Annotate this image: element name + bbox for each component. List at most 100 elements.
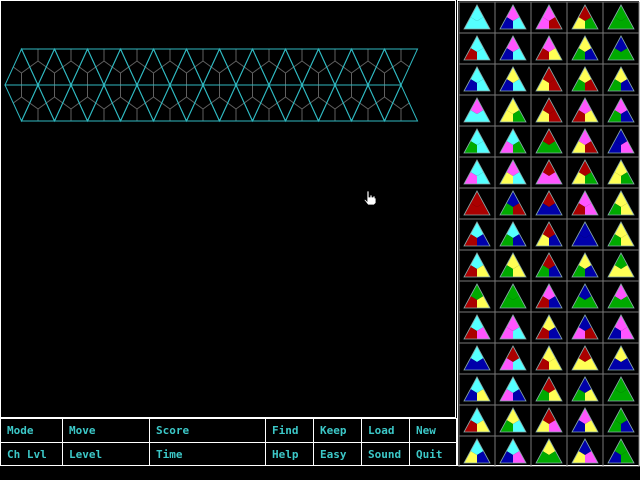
tray-piece[interactable]: [535, 190, 563, 216]
tray-piece[interactable]: [463, 438, 491, 464]
tray-piece[interactable]: [571, 97, 599, 123]
board-slot[interactable]: [383, 48, 419, 87]
tray-piece[interactable]: [607, 407, 635, 433]
tray-piece[interactable]: [499, 314, 527, 340]
level-button[interactable]: Level: [63, 443, 150, 466]
tray-piece[interactable]: [535, 159, 563, 185]
board-slot[interactable]: [350, 48, 386, 87]
tray-piece[interactable]: [499, 221, 527, 247]
tray-piece[interactable]: [499, 35, 527, 61]
tray-piece[interactable]: [607, 314, 635, 340]
new-button[interactable]: New: [410, 419, 458, 442]
tray-piece[interactable]: [499, 190, 527, 216]
tray-piece[interactable]: [499, 252, 527, 278]
keep-button[interactable]: Keep: [314, 419, 362, 442]
board-slot[interactable]: [251, 83, 287, 122]
tray-piece[interactable]: [607, 221, 635, 247]
board-slot[interactable]: [317, 83, 353, 122]
tray-piece[interactable]: [571, 190, 599, 216]
board-slot[interactable]: [334, 47, 369, 86]
tray-piece[interactable]: [463, 190, 491, 216]
board-slot[interactable]: [235, 47, 270, 86]
tray-piece[interactable]: [571, 128, 599, 154]
tray-piece[interactable]: [571, 438, 599, 464]
tray-piece[interactable]: [535, 128, 563, 154]
tray-piece[interactable]: [535, 438, 563, 464]
load-button[interactable]: Load: [362, 419, 410, 442]
move-button[interactable]: Move: [63, 419, 150, 442]
tray-piece[interactable]: [463, 283, 491, 309]
board-slot[interactable]: [103, 47, 138, 86]
board-slot[interactable]: [136, 84, 171, 123]
board-slot[interactable]: [251, 48, 287, 87]
board-slot[interactable]: [20, 48, 56, 87]
tray-piece[interactable]: [607, 128, 635, 154]
tray-piece[interactable]: [499, 66, 527, 92]
tray-piece[interactable]: [499, 97, 527, 123]
board-slot[interactable]: [367, 84, 402, 123]
board-slot[interactable]: [218, 83, 254, 122]
tray-piece[interactable]: [535, 314, 563, 340]
board-slot[interactable]: [202, 47, 237, 86]
tray-piece[interactable]: [535, 97, 563, 123]
tray-piece[interactable]: [499, 283, 527, 309]
tray-piece[interactable]: [571, 35, 599, 61]
tray-piece[interactable]: [463, 4, 491, 30]
board-slot[interactable]: [119, 83, 155, 122]
tray-piece[interactable]: [463, 314, 491, 340]
board-slot[interactable]: [301, 84, 336, 123]
tray-piece[interactable]: [499, 4, 527, 30]
board-slot[interactable]: [218, 48, 254, 87]
mode-button[interactable]: Mode: [1, 419, 63, 442]
board-slot[interactable]: [53, 48, 89, 87]
tray-piece[interactable]: [571, 407, 599, 433]
tray-piece[interactable]: [535, 221, 563, 247]
tray-piece[interactable]: [607, 283, 635, 309]
time-button[interactable]: Time: [150, 443, 266, 466]
board-slot[interactable]: [169, 47, 204, 86]
board-slot[interactable]: [268, 47, 303, 86]
board-slot[interactable]: [202, 84, 237, 123]
board-slot[interactable]: [20, 83, 56, 122]
tray-piece[interactable]: [463, 35, 491, 61]
tray-piece[interactable]: [499, 438, 527, 464]
tray-piece[interactable]: [571, 252, 599, 278]
tray-piece[interactable]: [571, 283, 599, 309]
board-slot[interactable]: [301, 47, 336, 86]
board-slot[interactable]: [367, 47, 402, 86]
board-slot[interactable]: [86, 83, 122, 122]
tray-piece[interactable]: [535, 4, 563, 30]
puzzle-board[interactable]: [0, 0, 456, 418]
tray-piece[interactable]: [571, 221, 599, 247]
tray-piece[interactable]: [607, 438, 635, 464]
tray-piece[interactable]: [463, 221, 491, 247]
board-grid[interactable]: [1, 1, 457, 419]
tray-piece[interactable]: [607, 35, 635, 61]
help-button[interactable]: Help: [266, 443, 314, 466]
board-slot[interactable]: [86, 48, 122, 87]
tray-piece[interactable]: [535, 376, 563, 402]
board-slot[interactable]: [136, 47, 171, 86]
board-slot[interactable]: [4, 47, 39, 86]
tray-piece[interactable]: [535, 35, 563, 61]
board-slot[interactable]: [53, 83, 89, 122]
tray-piece[interactable]: [607, 190, 635, 216]
board-slot[interactable]: [317, 48, 353, 87]
tray-piece[interactable]: [463, 252, 491, 278]
tray-piece[interactable]: [499, 376, 527, 402]
easy-button[interactable]: Easy: [314, 443, 362, 466]
tray-piece[interactable]: [499, 345, 527, 371]
board-slot[interactable]: [350, 83, 386, 122]
tray-piece[interactable]: [535, 66, 563, 92]
tray-piece[interactable]: [607, 97, 635, 123]
board-slot[interactable]: [284, 83, 320, 122]
tray-piece[interactable]: [499, 128, 527, 154]
board-slot[interactable]: [119, 48, 155, 87]
tray-piece[interactable]: [463, 376, 491, 402]
tray-piece[interactable]: [499, 407, 527, 433]
score-button[interactable]: Score: [150, 419, 266, 442]
tray-piece[interactable]: [607, 376, 635, 402]
tray-piece[interactable]: [499, 159, 527, 185]
board-slot[interactable]: [185, 83, 221, 122]
tray-piece[interactable]: [535, 407, 563, 433]
